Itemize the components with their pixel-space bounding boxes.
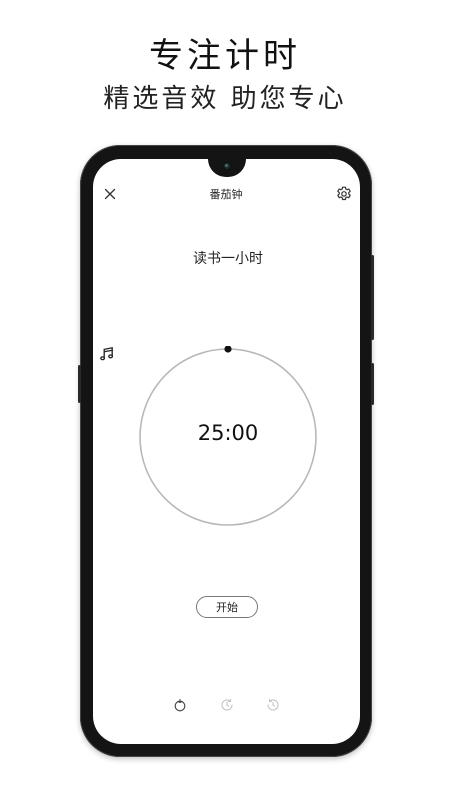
front-camera — [222, 161, 232, 171]
nav-tab-timer[interactable] — [220, 697, 234, 711]
promo-title: 专注计时 — [149, 36, 301, 76]
tomato-icon — [174, 698, 186, 712]
timer-progress-indicator[interactable] — [224, 346, 232, 353]
nav-tab-history[interactable] — [266, 697, 280, 711]
settings-button[interactable] — [335, 185, 353, 203]
phone-volume-up-button — [371, 255, 374, 340]
timer-icon — [221, 699, 233, 711]
nav-tab-tomato[interactable] — [173, 697, 187, 712]
close-button[interactable] — [101, 185, 119, 203]
music-note-icon — [100, 347, 114, 361]
screen-title: 番茄钟 — [209, 188, 243, 201]
task-name: 读书一小时 — [193, 251, 263, 267]
gear-icon — [337, 186, 351, 201]
start-button[interactable]: 开始 — [196, 596, 258, 618]
music-button[interactable] — [98, 345, 116, 363]
phone-volume-down-button — [371, 363, 374, 405]
page: 专注计时 精选音效 助您专心 番茄钟 读书一小时 25:00 开始 — [0, 0, 450, 800]
history-icon — [267, 699, 279, 711]
close-icon — [104, 188, 116, 200]
phone-side-button — [78, 365, 81, 403]
promo-subtitle: 精选音效 助您专心 — [103, 84, 347, 114]
timer-display: 25:00 — [197, 421, 259, 445]
